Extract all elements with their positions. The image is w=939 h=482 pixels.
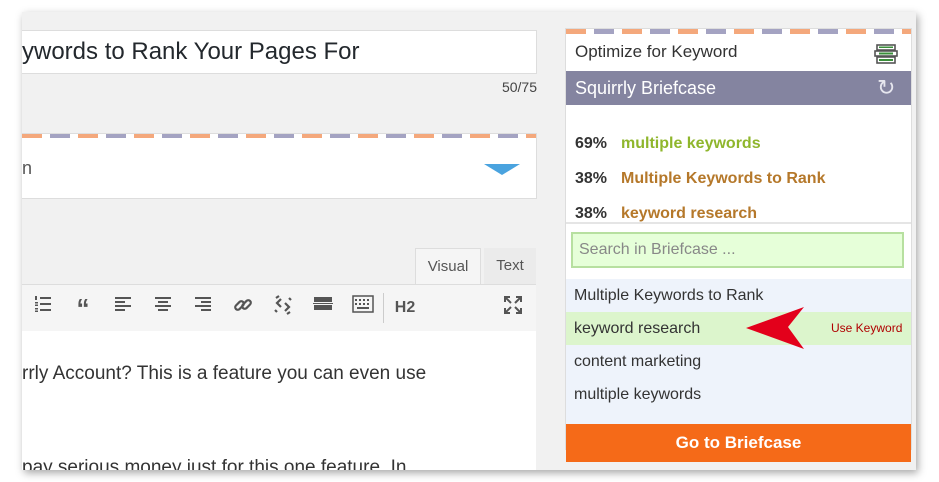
keyword-name[interactable]: keyword research: [621, 205, 757, 223]
go-to-briefcase-button[interactable]: Go to Briefcase: [566, 424, 911, 462]
keyword-name[interactable]: multiple keywords: [621, 135, 761, 153]
expand-triangle-icon[interactable]: [484, 164, 520, 175]
numbered-list-icon[interactable]: [30, 295, 56, 321]
collapsed-box-text: n: [22, 158, 33, 178]
briefcase-search-area: [566, 224, 911, 279]
post-title-input[interactable]: ywords to Rank Your Pages For: [22, 30, 537, 74]
content-line-2: pay serious money just for this one feat…: [22, 457, 407, 470]
content-line-1: rrly Account? This is a feature you can …: [22, 363, 427, 384]
blockquote-icon[interactable]: “: [70, 295, 96, 321]
title-char-count: 50/75: [501, 79, 537, 95]
envelope-stripe: [22, 134, 536, 138]
insert-link-icon[interactable]: [230, 295, 256, 321]
briefcase-stack-icon[interactable]: [874, 42, 898, 64]
collapsed-meta-box[interactable]: n: [22, 133, 537, 199]
briefcase-item[interactable]: content marketing: [566, 345, 911, 378]
keyword-name[interactable]: Multiple Keywords to Rank: [621, 170, 825, 188]
editor-content[interactable]: rrly Account? This is a feature you can …: [22, 331, 536, 470]
red-arrow-icon: [746, 307, 804, 349]
use-keyword-button[interactable]: Use Keyword: [831, 312, 902, 345]
keyword-percent: 69%: [575, 135, 608, 152]
briefcase-item-label: Multiple Keywords to Rank: [574, 287, 764, 304]
fullscreen-icon[interactable]: [500, 295, 526, 321]
remove-link-icon[interactable]: [270, 295, 296, 321]
briefcase-item-label: multiple keywords: [574, 386, 702, 403]
briefcase-item-label: content marketing: [574, 353, 702, 370]
heading-h2-button[interactable]: H2: [392, 295, 418, 321]
post-title-text: ywords to Rank Your Pages For: [22, 38, 360, 65]
toolbar-toggle-icon[interactable]: [350, 295, 376, 321]
refresh-icon[interactable]: ↻: [877, 71, 895, 105]
briefcase-bar: Squirrly Briefcase ↻: [566, 71, 911, 105]
briefcase-search-input[interactable]: [571, 232, 904, 268]
briefcase-item[interactable]: keyword research Use Keyword: [566, 312, 911, 345]
tab-visual[interactable]: Visual: [415, 248, 481, 284]
align-left-icon[interactable]: [110, 295, 136, 321]
briefcase-item[interactable]: Multiple Keywords to Rank: [566, 279, 911, 312]
briefcase-title: Squirrly Briefcase: [575, 78, 717, 98]
keyword-percent: 38%: [575, 205, 608, 222]
read-more-icon[interactable]: [310, 295, 336, 321]
briefcase-list: Multiple Keywords to Rank keyword resear…: [566, 279, 911, 424]
toolbar-separator: [383, 293, 384, 323]
tab-text[interactable]: Text: [484, 248, 536, 284]
optimize-label: Optimize for Keyword: [575, 42, 738, 61]
keyword-percent: 38%: [575, 170, 608, 187]
squirrly-panel: Optimize for Keyword Squirrly Briefcase …: [565, 28, 912, 462]
align-center-icon[interactable]: [150, 295, 176, 321]
editor-toolbar: “ H2: [22, 284, 536, 332]
screenshot-frame: ywords to Rank Your Pages For 50/75 n Vi…: [22, 12, 916, 470]
align-right-icon[interactable]: [190, 295, 216, 321]
briefcase-item-label: keyword research: [574, 320, 701, 337]
briefcase-item[interactable]: multiple keywords: [566, 378, 911, 411]
optimize-header: Optimize for Keyword: [566, 34, 911, 70]
